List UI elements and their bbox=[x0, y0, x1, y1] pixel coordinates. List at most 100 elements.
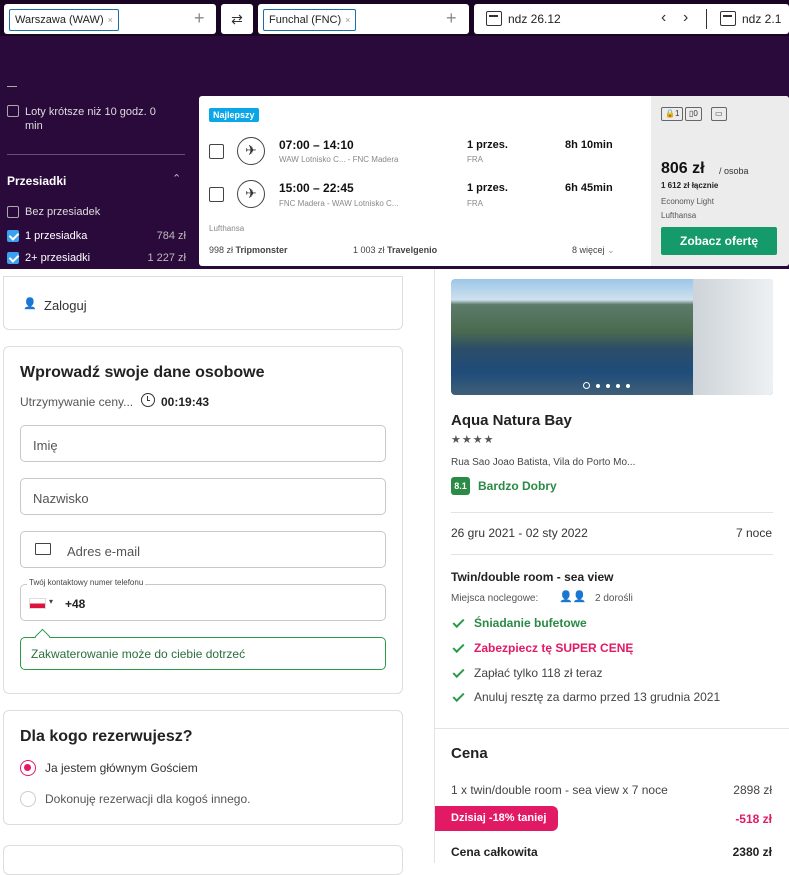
email-placeholder: Adres e-mail bbox=[67, 544, 140, 559]
country-dropdown-icon[interactable]: ▾ bbox=[49, 597, 53, 606]
short-flights-checkbox[interactable] bbox=[7, 105, 19, 117]
destination-chip-label: Funchal (FNC) bbox=[269, 14, 342, 26]
price-hold-label: Utrzymywanie ceny... bbox=[20, 395, 134, 409]
leg-2-checkbox[interactable] bbox=[209, 187, 224, 202]
gallery-dot[interactable] bbox=[606, 384, 610, 388]
depart-date[interactable]: ndz 26.12 bbox=[508, 12, 561, 26]
lufthansa-logo-icon: ✈ bbox=[237, 180, 265, 208]
date-separator bbox=[706, 9, 707, 29]
other-guest-radio[interactable] bbox=[20, 791, 36, 807]
check-icon bbox=[452, 615, 465, 629]
alt-price-1[interactable]: 998 zł Tripmonster bbox=[209, 245, 288, 255]
phone-input[interactable]: Twój kontaktowy numer telefonu ▾ +48 bbox=[20, 578, 386, 621]
main-guest-radio[interactable] bbox=[20, 760, 36, 776]
price-line-value: 2898 zł bbox=[733, 783, 772, 797]
total-value: 2380 zł bbox=[732, 845, 772, 859]
leg-2-stops: 1 przes. bbox=[467, 182, 508, 194]
two-stops-label: 2+ przesiadki bbox=[25, 252, 91, 264]
next-date-icon[interactable]: › bbox=[683, 9, 688, 27]
leg-2-route: FNC Madera - WAW Lotnisko C... bbox=[279, 199, 399, 208]
price-panel: 🔒1 ▯0 ▭ 806 zł / osoba 1 612 zł łącznie … bbox=[651, 96, 789, 266]
hotel-address: Rua Sao Joao Batista, Vila do Porto Mo..… bbox=[451, 457, 636, 468]
one-stop-checkbox[interactable] bbox=[7, 230, 19, 242]
feature-free-cancel: Anuluj resztę za darmo przed 13 grudnia … bbox=[474, 690, 721, 704]
prev-date-icon[interactable]: ‹ bbox=[661, 9, 666, 27]
leg-1-via: FRA bbox=[467, 155, 483, 164]
price-title: Cena bbox=[451, 745, 488, 762]
gallery-dot[interactable] bbox=[626, 384, 630, 388]
personal-details-title: Wprowadź swoje dane osobowe bbox=[20, 364, 265, 381]
swap-icon[interactable]: ⇄ bbox=[221, 4, 253, 34]
filter-panel: Loty krótsze niż 10 godz. 0 min Przesiad… bbox=[0, 70, 196, 269]
remove-destination-icon[interactable]: × bbox=[345, 15, 350, 25]
leg-1-duration: 8h 10min bbox=[565, 139, 613, 151]
no-stops-checkbox[interactable] bbox=[7, 206, 19, 218]
divider bbox=[451, 512, 773, 513]
gallery-dots[interactable] bbox=[583, 377, 636, 389]
gallery-dot[interactable] bbox=[583, 382, 590, 389]
remove-origin-icon[interactable]: × bbox=[108, 15, 113, 25]
discount-badge: Dzisiaj -18% taniej bbox=[435, 806, 559, 831]
review-score-badge: 8.1 bbox=[451, 477, 470, 495]
origin-chip[interactable]: Warszawa (WAW) × bbox=[9, 9, 119, 31]
alt-price-1-provider: Tripmonster bbox=[235, 245, 288, 255]
flight-card[interactable]: Najlepszy ✈ 07:00 – 14:10 WAW Lotnisko C… bbox=[199, 96, 789, 266]
leg-2-time: 15:00 – 22:45 bbox=[279, 181, 354, 195]
destination-field[interactable]: Funchal (FNC) × + bbox=[258, 4, 469, 34]
two-adults-icon: 👤👤 bbox=[559, 591, 587, 603]
leg-1-route: WAW Lotnisko C... - FNC Madera bbox=[279, 155, 399, 164]
date-field[interactable]: ndz 26.12 ‹ › ndz 2.1 bbox=[474, 4, 789, 34]
login-panel: 👤 Zaloguj bbox=[3, 276, 403, 330]
poland-flag-icon[interactable] bbox=[29, 598, 46, 609]
leg-1-time: 07:00 – 14:10 bbox=[279, 138, 354, 152]
add-destination-icon[interactable]: + bbox=[446, 8, 457, 28]
two-stops-price: 1 227 zł bbox=[147, 252, 186, 264]
gallery-dot[interactable] bbox=[596, 384, 600, 388]
calendar-icon bbox=[486, 11, 502, 26]
first-name-input[interactable]: Imię bbox=[20, 425, 386, 462]
one-stop-price: 784 zł bbox=[156, 230, 186, 242]
last-name-placeholder: Nazwisko bbox=[33, 491, 89, 506]
origin-field[interactable]: Warszawa (WAW) × + bbox=[4, 4, 216, 34]
room-type: Twin/double room - sea view bbox=[451, 570, 614, 584]
alt-price-2-value: 1 003 zł bbox=[353, 245, 385, 255]
gallery-dot[interactable] bbox=[616, 384, 620, 388]
price-line-label: 1 x twin/double room - sea view x 7 noce bbox=[451, 783, 668, 797]
collapse-chevron-icon[interactable]: ⌃ bbox=[172, 172, 181, 185]
more-offers-label: 8 więcej bbox=[572, 245, 605, 255]
destination-chip[interactable]: Funchal (FNC) × bbox=[263, 9, 357, 31]
leg-1-stops: 1 przes. bbox=[467, 139, 508, 151]
other-guest-label: Dokonuję rezerwacji dla kogoś innego. bbox=[45, 792, 251, 806]
personal-details-panel: Wprowadź swoje dane osobowe Utrzymywanie… bbox=[3, 346, 403, 694]
stay-dates: 26 gru 2021 - 02 sty 2022 bbox=[451, 526, 588, 540]
divider bbox=[451, 554, 773, 555]
see-offer-button[interactable]: Zobacz ofertę bbox=[661, 227, 777, 255]
more-offers-link[interactable]: 8 więcej ⌄ bbox=[572, 245, 615, 256]
add-origin-icon[interactable]: + bbox=[194, 8, 205, 28]
alt-price-2-provider: Travelgenio bbox=[387, 245, 438, 255]
chevron-down-icon: ⌄ bbox=[607, 245, 615, 255]
hotel-photo[interactable] bbox=[451, 279, 773, 395]
alt-price-2[interactable]: 1 003 zł Travelgenio bbox=[353, 245, 437, 255]
return-date[interactable]: ndz 2.1 bbox=[742, 12, 781, 26]
email-input[interactable]: Adres e-mail bbox=[20, 531, 386, 568]
user-icon: 👤 bbox=[23, 298, 37, 310]
check-icon bbox=[452, 665, 465, 679]
leg-1-checkbox[interactable] bbox=[209, 144, 224, 159]
origin-chip-label: Warszawa (WAW) bbox=[15, 14, 104, 26]
check-icon bbox=[452, 640, 465, 654]
login-link[interactable]: Zaloguj bbox=[44, 298, 87, 313]
short-flights-label: Loty krótsze niż 10 godz. 0 min bbox=[25, 106, 156, 132]
hotel-stars: ★★★★ bbox=[451, 433, 495, 446]
discount-value: -518 zł bbox=[735, 812, 772, 826]
feature-pay-now: Zapłać tylko 118 zł teraz bbox=[474, 666, 603, 680]
total-label: Cena całkowita bbox=[451, 845, 538, 859]
search-bar: Warszawa (WAW) × + ⇄ Funchal (FNC) × + ndz… bbox=[0, 0, 789, 36]
last-name-input[interactable]: Nazwisko bbox=[20, 478, 386, 515]
two-stops-checkbox[interactable] bbox=[7, 252, 19, 264]
cabin-bag-count: 0 bbox=[693, 109, 698, 118]
first-name-placeholder: Imię bbox=[33, 438, 58, 453]
section-divider bbox=[435, 728, 789, 729]
hotel-name[interactable]: Aqua Natura Bay bbox=[451, 412, 572, 429]
next-panel bbox=[3, 845, 403, 875]
